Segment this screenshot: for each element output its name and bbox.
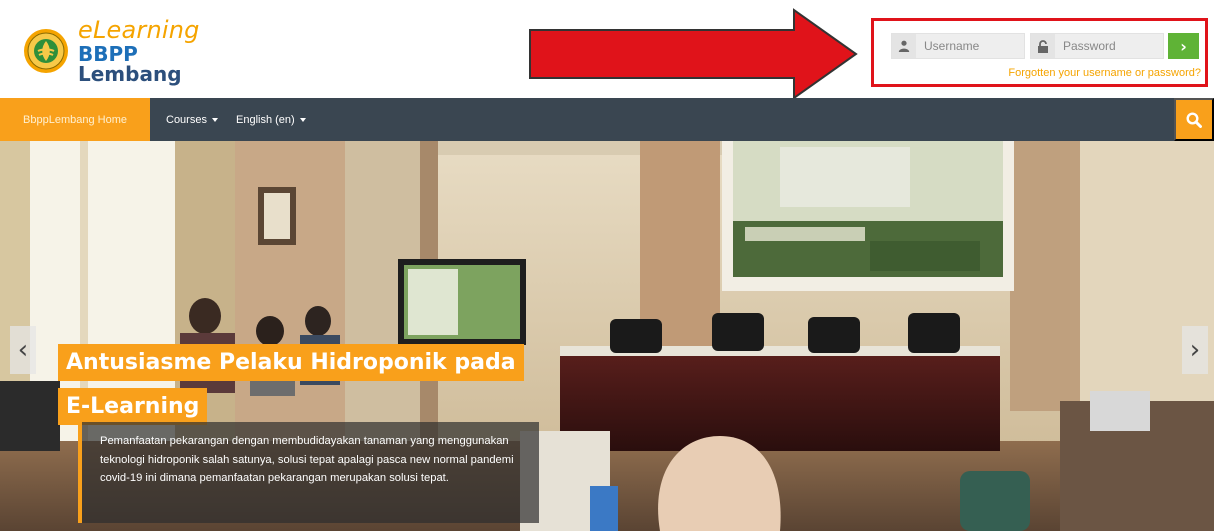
forgot-password-link[interactable]: Forgotten your username or password? (1008, 67, 1201, 79)
site-header: eLearning BBPP Lembang Username › Forgot… (0, 0, 1214, 100)
login-form-highlight: › Forgotten your username or password? (871, 18, 1208, 87)
nav-language-label: English (en) (236, 113, 295, 126)
logo-lembang-text: Lembang (78, 62, 182, 86)
carousel-next-button[interactable]: › (1182, 326, 1208, 374)
search-icon (1186, 111, 1202, 128)
lock-icon (1031, 34, 1055, 58)
slide-caption: Pemanfaatan pekarangan dengan membudiday… (78, 422, 539, 523)
site-logo[interactable]: eLearning BBPP Lembang (22, 18, 232, 84)
login-button[interactable]: › (1168, 33, 1199, 59)
password-field (1030, 33, 1164, 59)
logo-line-elearning: eLearning (78, 16, 200, 44)
chevron-right-icon: › (1180, 36, 1187, 56)
logo-emblem-icon (24, 29, 68, 73)
annotation-arrow (529, 8, 858, 100)
username-input[interactable] (916, 39, 1020, 53)
slide-title-container: Antusiasme Pelaku Hidroponik pada E-Lear… (58, 341, 524, 429)
search-button[interactable] (1174, 98, 1214, 141)
nav-courses-dropdown[interactable]: Courses (166, 98, 218, 141)
nav-courses-label: Courses (166, 113, 207, 126)
slide-caption-text: Pemanfaatan pekarangan dengan membudiday… (100, 435, 514, 484)
password-input[interactable] (1055, 39, 1159, 53)
chevron-right-icon: › (1189, 335, 1201, 365)
logo-line-bbpp: BBPP Lembang (78, 44, 232, 84)
carousel-prev-button[interactable]: ‹ (10, 326, 36, 374)
caret-down-icon (211, 117, 218, 122)
user-icon (892, 34, 916, 58)
slide-title[interactable]: Antusiasme Pelaku Hidroponik pada E-Lear… (58, 344, 524, 425)
username-field (891, 33, 1025, 59)
logo-text: eLearning BBPP Lembang (78, 18, 232, 84)
main-navbar: BbppLembang Home Courses English (en) (0, 98, 1214, 141)
nav-home-link[interactable]: BbppLembang Home (0, 98, 150, 141)
nav-language-dropdown[interactable]: English (en) (236, 98, 306, 141)
caret-down-icon (299, 117, 306, 122)
chevron-left-icon: ‹ (17, 335, 29, 365)
hero-carousel: ‹ › Antusiasme Pelaku Hidroponik pada E-… (0, 141, 1214, 531)
